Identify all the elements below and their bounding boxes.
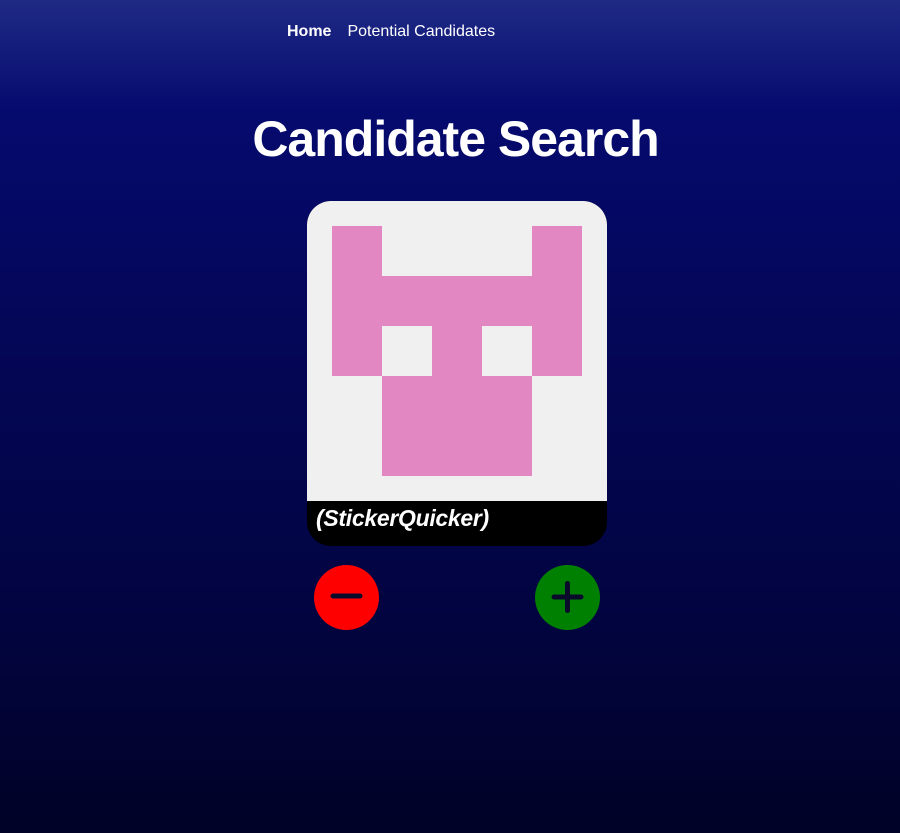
nav-link-potential-candidates[interactable]: Potential Candidates (347, 22, 495, 42)
page-title: Candidate Search (252, 111, 659, 167)
candidate-avatar (307, 201, 607, 501)
avatar-cell (432, 326, 482, 376)
avatar-cell (382, 376, 532, 476)
accept-candidate-button[interactable] (535, 565, 600, 630)
minus-icon (330, 593, 363, 599)
nav-link-home[interactable]: Home (287, 22, 331, 42)
avatar-cell (382, 276, 532, 326)
candidate-username: (StickerQuicker) (316, 505, 489, 531)
avatar-cell (332, 226, 382, 376)
plus-icon (551, 581, 584, 613)
avatar-cell (532, 226, 582, 376)
candidate-card: (StickerQuicker) (307, 201, 607, 546)
reject-candidate-button[interactable] (314, 565, 379, 630)
top-nav: Home Potential Candidates (287, 22, 495, 42)
